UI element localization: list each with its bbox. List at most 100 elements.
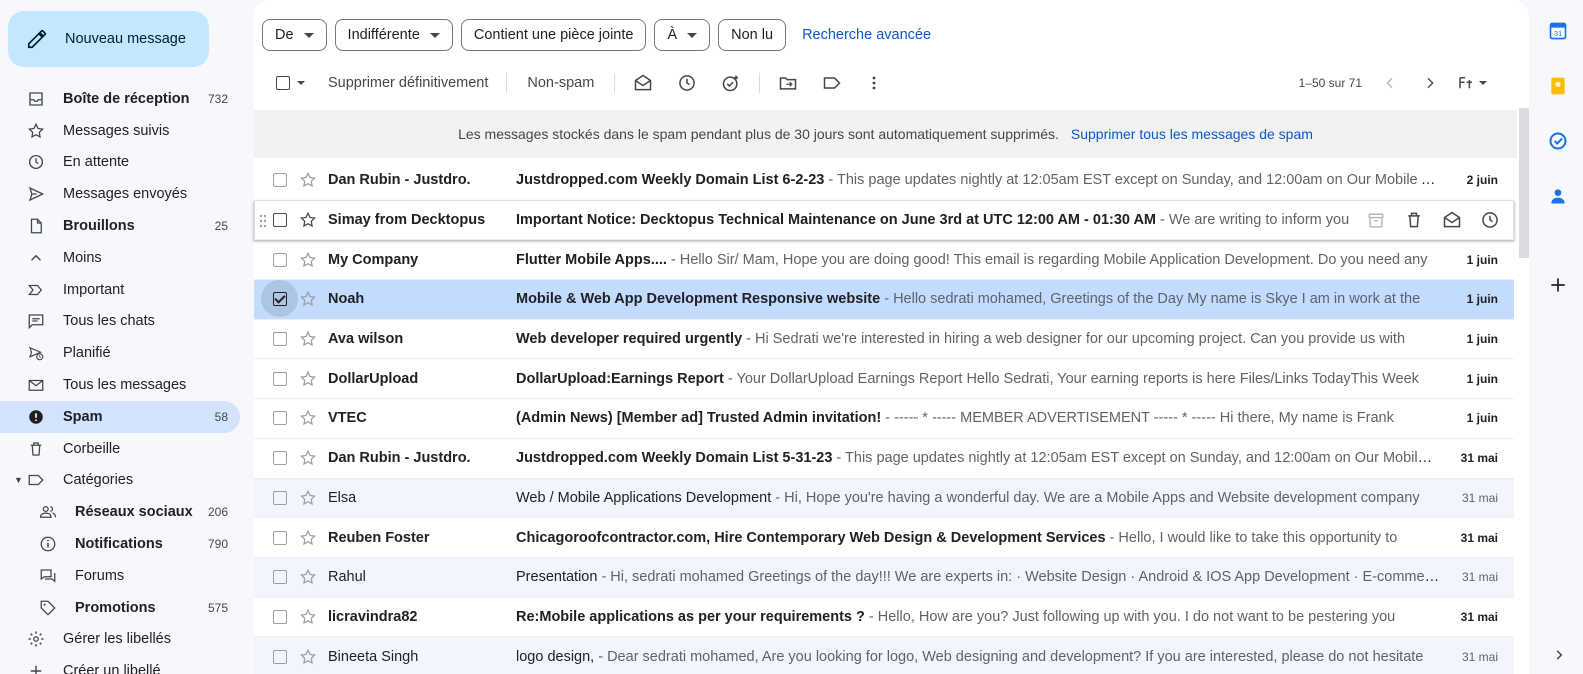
row-checkbox[interactable] — [273, 530, 287, 545]
sidebar-item-label: Boîte de réception — [63, 90, 190, 107]
info-icon — [38, 534, 58, 554]
email-content: Re:Mobile applications as per your requi… — [516, 609, 1452, 625]
compose-button[interactable]: Nouveau message — [8, 11, 209, 67]
email-row[interactable]: Noah Mobile & Web App Development Respons… — [254, 280, 1514, 320]
filter-from[interactable]: De — [262, 19, 327, 51]
sidebar-item-tag[interactable]: Promotions 575 — [0, 592, 240, 624]
email-date: 1 juin — [1466, 411, 1498, 426]
inbox-icon — [26, 89, 46, 109]
email-row[interactable]: Simay from Decktopus Important Notice: De… — [254, 200, 1514, 241]
email-row[interactable]: Rahul Presentation - Hi, sedrati mohamed … — [254, 557, 1514, 598]
sidebar-item-label[interactable]: ▼ Catégories — [0, 465, 240, 497]
email-row[interactable]: licravindra82 Re:Mobile applications as p… — [254, 597, 1514, 638]
email-row[interactable]: VTEC (Admin News) [Member ad] Trusted Adm… — [254, 399, 1514, 439]
sidebar-item-send[interactable]: Messages envoyés — [0, 178, 240, 210]
contacts-icon[interactable] — [1548, 186, 1568, 206]
newer-button[interactable] — [1370, 65, 1410, 101]
row-checkbox[interactable] — [273, 411, 287, 426]
dropdown-arrow-icon — [303, 32, 314, 38]
star-icon — [26, 121, 46, 141]
email-date: 31 mai — [1460, 530, 1498, 545]
input-tools-button[interactable] — [1450, 65, 1494, 101]
delete-icon[interactable] — [1404, 210, 1424, 230]
filter-to[interactable]: À — [654, 19, 711, 51]
labels-button[interactable] — [810, 65, 854, 101]
collapse-panel-icon[interactable] — [1552, 648, 1566, 662]
sidebar-item-label: Gérer les libellés — [63, 631, 171, 648]
sidebar-item-star[interactable]: Messages suivis — [0, 115, 240, 147]
row-checkbox-wrap — [254, 478, 304, 518]
email-content: DollarUpload:Earnings Report - Your Doll… — [516, 371, 1452, 387]
older-button[interactable] — [1410, 65, 1450, 101]
email-row[interactable]: My Company Flutter Mobile Apps.... - Hell… — [254, 240, 1514, 281]
sidebar-item-people[interactable]: Réseaux sociaux 206 — [0, 496, 240, 528]
more-options-button[interactable] — [854, 65, 894, 101]
email-row[interactable]: DollarUpload DollarUpload:Earnings Report… — [254, 359, 1514, 400]
row-checkbox[interactable] — [273, 451, 287, 466]
email-row[interactable]: Dan Rubin - Justdro. Justdropped.com Week… — [254, 438, 1514, 479]
row-checkbox[interactable] — [273, 292, 287, 307]
sidebar-item-all-mail[interactable]: Tous les messages — [0, 369, 240, 401]
add-app-icon[interactable] — [1548, 275, 1568, 295]
row-checkbox[interactable] — [273, 490, 287, 505]
row-checkbox[interactable] — [273, 213, 287, 228]
tasks-icon[interactable] — [1548, 131, 1568, 151]
all-mail-icon — [26, 375, 46, 395]
calendar-icon[interactable]: 31 — [1548, 21, 1568, 41]
delete-forever-button[interactable]: Supprimer définitivement — [318, 65, 498, 101]
email-subject: Justdropped.com Weekly Domain List 6-2-2… — [516, 172, 825, 189]
sidebar-item-info[interactable]: Notifications 790 — [0, 528, 240, 560]
move-to-button[interactable] — [766, 65, 810, 101]
email-sender: Noah — [328, 291, 365, 308]
sidebar-item-plus[interactable]: Créer un libellé — [0, 655, 240, 674]
email-row[interactable]: Dan Rubin - Justdro. Justdropped.com Week… — [254, 161, 1514, 201]
row-checkbox[interactable] — [273, 649, 287, 664]
envelope-open-icon — [635, 74, 652, 91]
sidebar-item-trash[interactable]: Corbeille — [0, 433, 240, 465]
row-checkbox[interactable] — [273, 173, 287, 188]
pagination: 1–50 sur 71 — [1299, 64, 1494, 102]
row-checkbox[interactable] — [273, 332, 287, 347]
sidebar-item-spam[interactable]: Spam 58 — [0, 400, 240, 433]
add-task-button[interactable] — [709, 65, 753, 101]
unread-count: 732 — [207, 91, 228, 106]
keep-icon[interactable] — [1548, 76, 1568, 96]
sidebar-item-chat[interactable]: Tous les chats — [0, 306, 240, 338]
delete-all-spam-link[interactable]: Supprimer tous les messages de spam — [1071, 126, 1313, 142]
keyboard-lang-icon — [1459, 77, 1472, 89]
archive-icon[interactable] — [1366, 210, 1386, 230]
snooze-icon[interactable] — [1480, 210, 1500, 230]
sidebar-item-draft[interactable]: Brouillons 25 — [0, 210, 240, 242]
row-checkbox[interactable] — [273, 252, 287, 267]
sidebar-item-clock[interactable]: En attente — [0, 147, 240, 179]
sidebar-item-scheduled[interactable]: Planifié — [0, 337, 240, 369]
sidebar-item-important[interactable]: Important — [0, 274, 240, 306]
email-row[interactable]: Ava wilson Web developer required urgentl… — [254, 319, 1514, 360]
filter-has-attachment[interactable]: Contient une pièce jointe — [460, 19, 647, 51]
email-row[interactable]: Reuben Foster Chicagoroofcontractor.com, … — [254, 518, 1514, 558]
chevron-left-icon — [1386, 77, 1393, 89]
filter-unread[interactable]: Non lu — [718, 19, 787, 51]
scrollbar-thumb[interactable] — [1519, 108, 1529, 258]
sidebar-item-inbox[interactable]: Boîte de réception 732 — [0, 83, 240, 115]
snooze-button[interactable] — [665, 65, 709, 101]
filter-any-time[interactable]: Indifférente — [334, 19, 453, 51]
email-snippet: - Your DollarUpload Earnings Report Hell… — [723, 370, 1419, 387]
sidebar-item-chevron-up[interactable]: Moins — [0, 242, 240, 274]
row-checkbox-wrap — [254, 240, 304, 280]
email-row[interactable]: Bineeta Singh logo design, - Dear sedrati… — [254, 637, 1514, 674]
mark-read-button[interactable] — [621, 65, 665, 101]
sidebar-item-settings[interactable]: Gérer les libellés — [0, 624, 240, 656]
row-checkbox[interactable] — [273, 570, 287, 585]
plus-icon — [26, 661, 46, 674]
select-all-checkbox[interactable] — [262, 65, 318, 101]
sidebar-item-forum[interactable]: Forums — [0, 560, 240, 592]
expand-caret-icon[interactable]: ▼ — [14, 475, 23, 485]
email-subject: logo design, — [516, 648, 595, 665]
mark-read-icon[interactable] — [1442, 210, 1462, 230]
email-row[interactable]: Elsa Web / Mobile Applications Developmen… — [254, 478, 1514, 519]
advanced-search-link[interactable]: Recherche avancée — [802, 27, 931, 43]
row-checkbox[interactable] — [273, 371, 287, 386]
not-spam-button[interactable]: Non-spam — [515, 65, 606, 101]
row-checkbox[interactable] — [273, 609, 287, 624]
